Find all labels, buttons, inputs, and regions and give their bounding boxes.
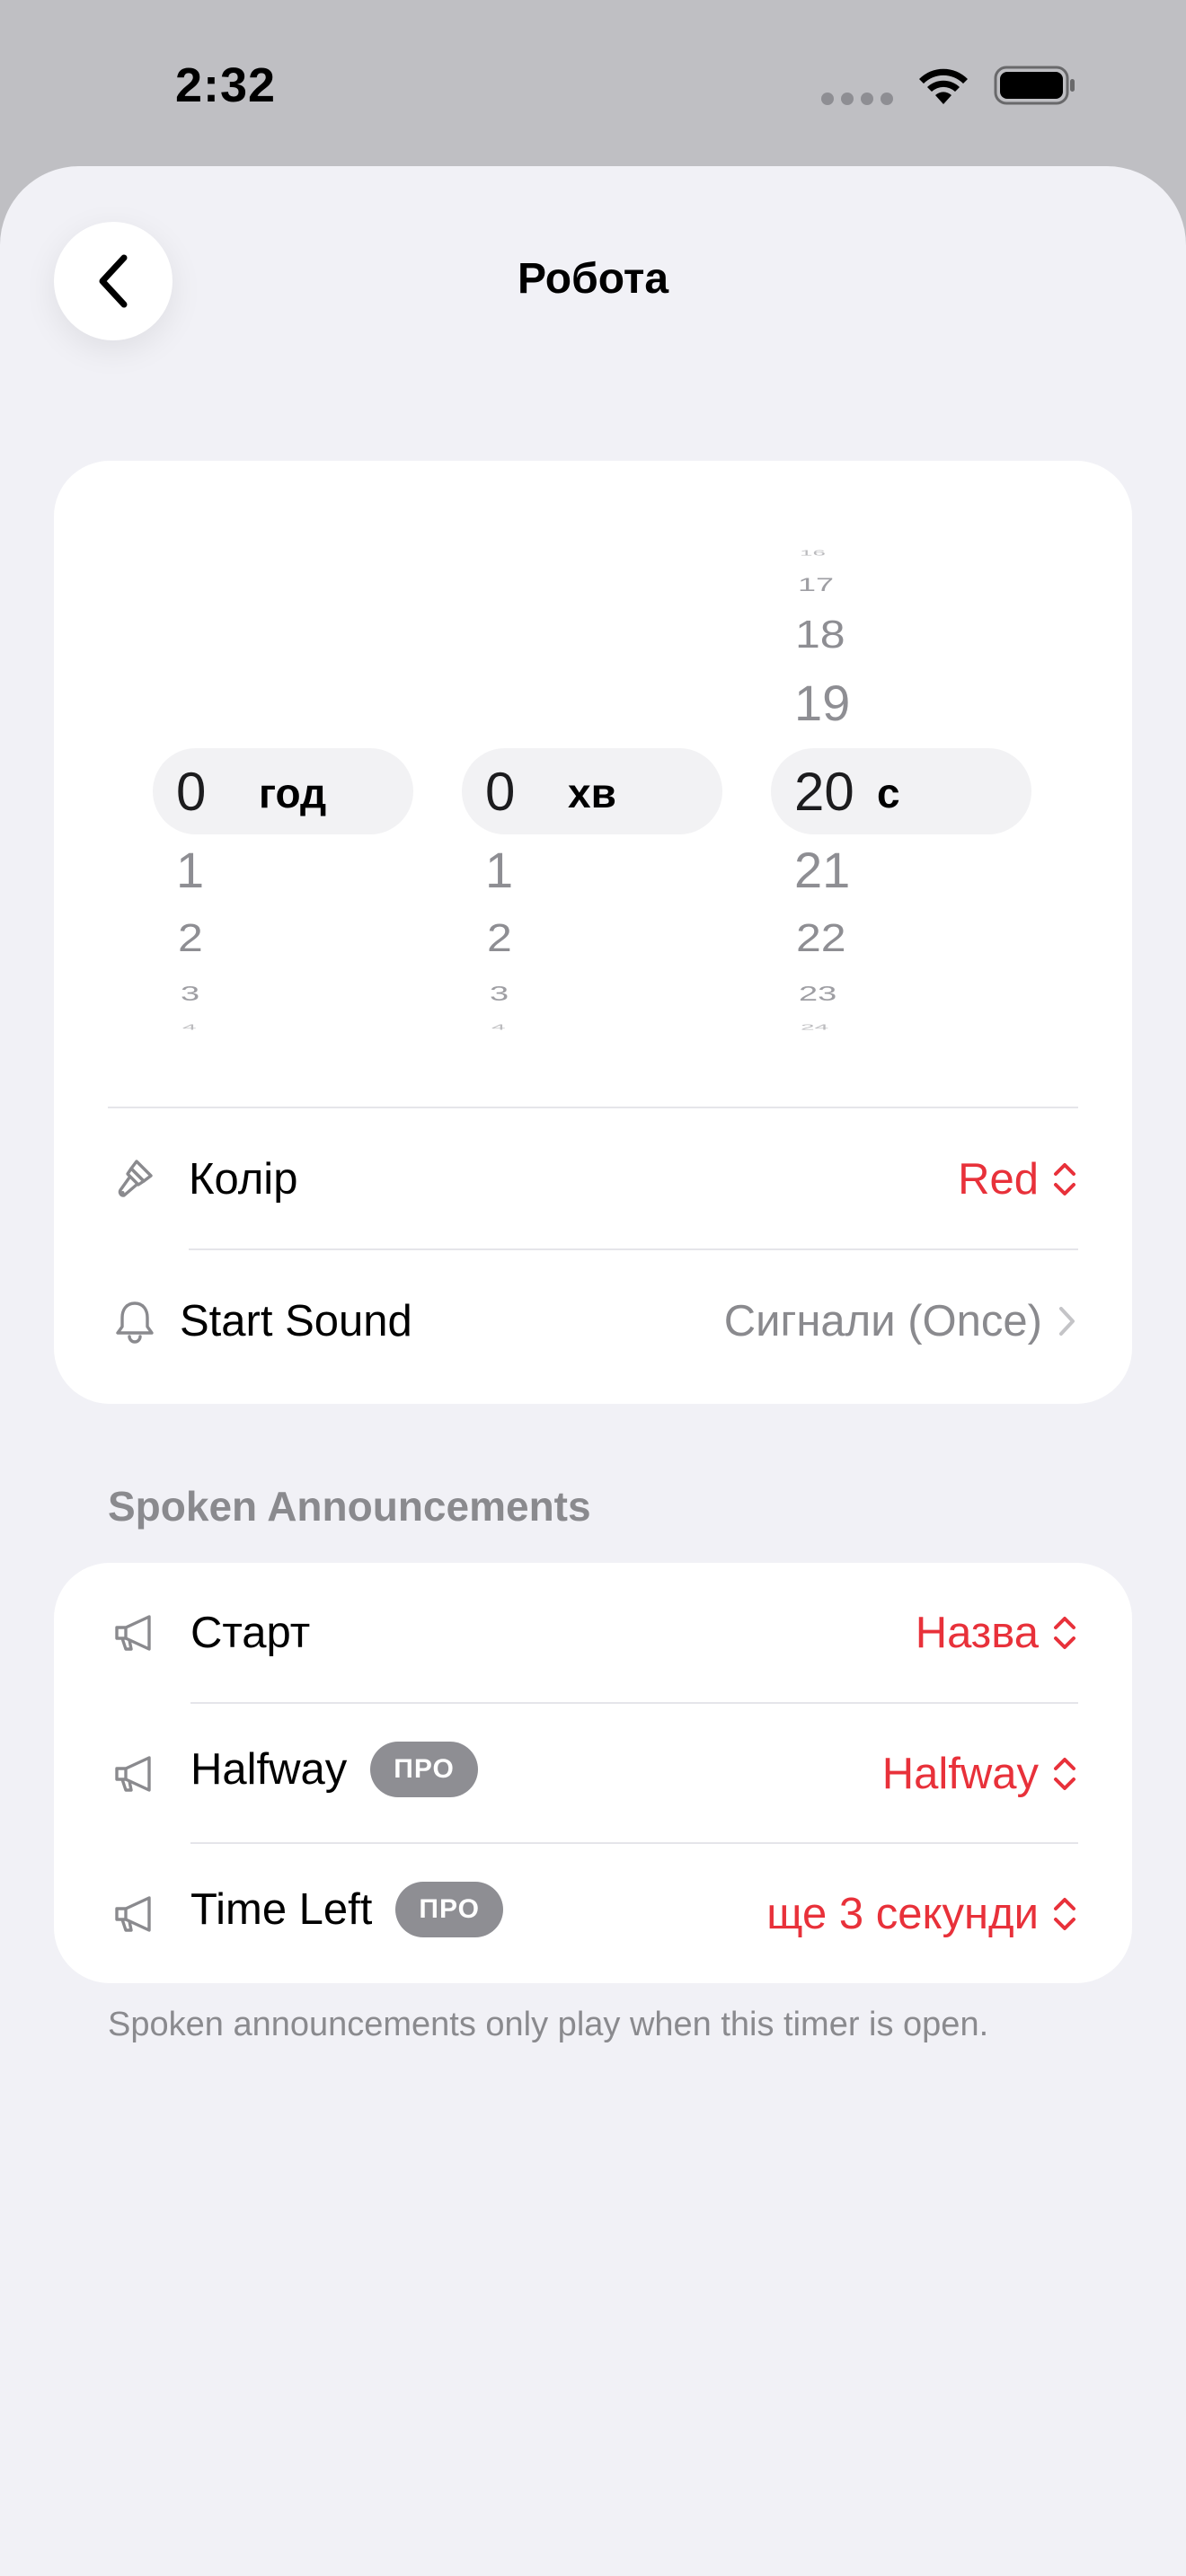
chevron-right-icon xyxy=(1059,1307,1075,1336)
minutes-option[interactable]: 1 xyxy=(485,845,513,895)
announcement-value-text: ще 3 секунди xyxy=(766,1890,1039,1938)
hours-value[interactable]: 0 xyxy=(176,765,206,819)
duration-picker[interactable]: 0 год 1 2 3 4 0 хв 1 2 3 4 16 17 18 19 2… xyxy=(54,461,1132,1054)
start-sound-value-text: Сигнали (Once) xyxy=(723,1297,1042,1345)
seconds-option[interactable]: 21 xyxy=(794,845,850,895)
megaphone-icon xyxy=(115,1756,151,1792)
paintbrush-icon xyxy=(118,1160,153,1197)
page-title: Робота xyxy=(517,255,669,303)
start-sound-label: Start Sound xyxy=(180,1297,412,1345)
spoken-announcements-card: Старт Назва Halfway ПРО Halfway Time Lef… xyxy=(54,1563,1132,1983)
spoken-footnote: Spoken announcements only play when this… xyxy=(108,2006,989,2043)
status-icons xyxy=(821,65,1076,106)
seconds-option[interactable]: 16 xyxy=(800,550,826,557)
announcement-label: Старт xyxy=(190,1609,311,1657)
section-header-spoken: Spoken Announcements xyxy=(108,1483,591,1530)
color-row[interactable]: Колір Red xyxy=(54,1109,1132,1244)
announcement-row-start[interactable]: Старт Назва xyxy=(54,1563,1132,1698)
announcement-value-text: Halfway xyxy=(881,1750,1039,1798)
hours-option[interactable]: 2 xyxy=(178,918,203,957)
status-bar: 2:32 xyxy=(0,0,1186,166)
timer-settings-card: 0 год 1 2 3 4 0 хв 1 2 3 4 16 17 18 19 2… xyxy=(54,461,1132,1404)
minutes-unit: хв xyxy=(568,770,616,816)
battery-icon xyxy=(994,66,1075,105)
seconds-option[interactable]: 22 xyxy=(796,918,846,957)
bell-icon xyxy=(116,1301,154,1344)
pro-badge: ПРО xyxy=(370,1742,478,1797)
minutes-option[interactable]: 3 xyxy=(490,984,509,1005)
chevron-up-down-icon xyxy=(1054,1758,1075,1790)
announcement-label: Time Left xyxy=(190,1885,373,1934)
divider xyxy=(189,1248,1078,1250)
seconds-option[interactable]: 19 xyxy=(794,678,850,728)
seconds-option[interactable]: 18 xyxy=(795,614,845,654)
announcement-label-group: Time Left ПРО xyxy=(190,1882,503,1937)
hours-option[interactable]: 3 xyxy=(181,984,199,1005)
color-value[interactable]: Red xyxy=(958,1154,1078,1204)
announcement-label: Halfway xyxy=(190,1745,348,1794)
seconds-option[interactable]: 23 xyxy=(799,984,836,1005)
minutes-option[interactable]: 2 xyxy=(487,918,512,957)
seconds-option[interactable]: 17 xyxy=(798,575,834,595)
hours-option[interactable]: 4 xyxy=(182,1024,197,1031)
announcement-value-text: Назва xyxy=(915,1609,1039,1657)
seconds-option[interactable]: 24 xyxy=(801,1024,828,1031)
chevron-up-down-icon xyxy=(1054,1617,1075,1649)
color-label: Колір xyxy=(189,1155,298,1204)
megaphone-icon xyxy=(115,1615,151,1651)
announcement-value[interactable]: Halfway xyxy=(882,1749,1078,1799)
megaphone-icon xyxy=(115,1896,151,1932)
hours-option[interactable]: 1 xyxy=(176,845,204,895)
cellular-signal-icon xyxy=(821,93,893,105)
minutes-option[interactable]: 4 xyxy=(491,1024,506,1031)
chevron-up-down-icon xyxy=(1054,1163,1075,1195)
seconds-unit: с xyxy=(877,770,900,816)
start-sound-value[interactable]: Сигнали (Once) xyxy=(724,1296,1078,1346)
announcement-row-time-left[interactable]: Time Left ПРО ще 3 секунди xyxy=(54,1844,1132,1979)
start-sound-row[interactable]: Start Sound Сигнали (Once) xyxy=(54,1251,1132,1386)
announcement-row-halfway[interactable]: Halfway ПРО Halfway xyxy=(54,1704,1132,1839)
wifi-icon xyxy=(919,68,968,104)
timer-edit-sheet: Робота 0 год 1 2 3 4 0 хв 1 2 3 4 16 17 … xyxy=(0,166,1186,2576)
announcement-value[interactable]: ще 3 секунди xyxy=(766,1889,1078,1939)
chevron-up-down-icon xyxy=(1054,1898,1075,1930)
status-time: 2:32 xyxy=(175,58,277,112)
divider xyxy=(108,1107,1078,1108)
announcement-label-group: Halfway ПРО xyxy=(190,1742,478,1797)
pro-badge: ПРО xyxy=(395,1882,503,1937)
announcement-value[interactable]: Назва xyxy=(916,1608,1078,1658)
color-value-text: Red xyxy=(958,1155,1039,1204)
minutes-value[interactable]: 0 xyxy=(485,765,515,819)
seconds-value[interactable]: 20 xyxy=(794,765,854,819)
hours-unit: год xyxy=(259,770,327,816)
